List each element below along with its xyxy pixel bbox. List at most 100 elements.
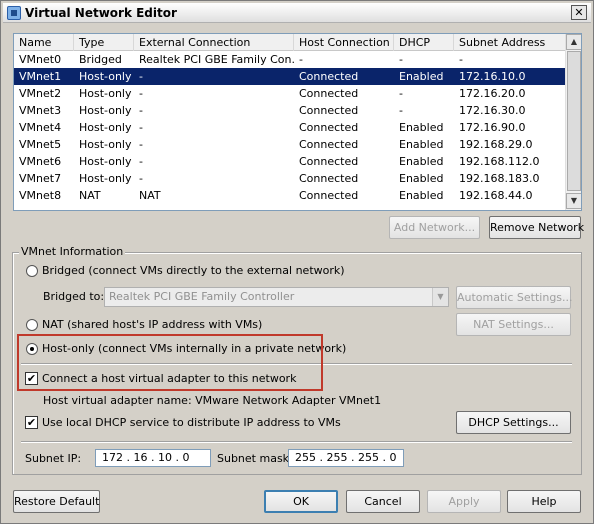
bridged-to-select[interactable]: Realtek PCI GBE Family Controller ▼ [104, 287, 449, 307]
adapter-name-text: Host virtual adapter name: VMware Networ… [43, 394, 382, 407]
table-cell: - [399, 87, 403, 100]
table-cell: Host-only [79, 70, 132, 83]
table-cell: - [139, 104, 143, 117]
table-row[interactable]: VMnet3 Host-only - Connected -172.16.30.0 [14, 102, 566, 119]
separator [21, 441, 572, 443]
nat-radio[interactable] [26, 319, 38, 331]
restore-default-button[interactable]: Restore Default [13, 490, 100, 513]
table-row[interactable]: VMnet0 Bridged Realtek PCI GBE Family Con.… [14, 51, 566, 68]
remove-network-button[interactable]: Remove Network [489, 216, 584, 239]
table-cell: Connected [299, 138, 359, 151]
table-cell: Realtek PCI GBE Family Con... [139, 53, 294, 66]
ok-button[interactable]: OK [264, 490, 338, 513]
subnet-mask-input[interactable]: 255 . 255 . 255 . 0 [288, 449, 404, 467]
table-cell: Connected [299, 189, 359, 202]
highlight-box [17, 334, 323, 391]
column-header[interactable]: Host Connection [294, 34, 394, 51]
table-cell: Connected [299, 70, 359, 83]
table-cell: VMnet5 [19, 138, 62, 151]
column-header[interactable]: Name [14, 34, 74, 51]
automatic-settings-button[interactable]: Automatic Settings... [456, 286, 573, 309]
table-cell: Host-only [79, 121, 132, 134]
add-network-button[interactable]: Add Network... [389, 216, 480, 239]
table-row[interactable]: VMnet7 Host-only - Connected Enabled 192.168.… [14, 170, 566, 187]
table-cell: VMnet1 [19, 70, 62, 83]
scroll-up-icon[interactable]: ▲ [566, 34, 581, 50]
nat-label: NAT (shared host's IP address with VMs) [42, 318, 263, 331]
help-button[interactable]: Help [507, 490, 581, 513]
table-cell: VMnet7 [19, 172, 62, 185]
network-list-scrollbar[interactable]: ▲ ▼ [565, 34, 581, 210]
table-cell: Host-only [79, 87, 132, 100]
column-header[interactable]: External Connection [134, 34, 294, 51]
table-cell: 172.16.30.0 [459, 104, 526, 117]
table-cell: - [139, 155, 143, 168]
table-cell: - [139, 138, 143, 151]
table-cell: Host-only [79, 155, 132, 168]
table-cell: 172.16.90.0 [459, 121, 526, 134]
table-cell: Enabled [399, 121, 444, 134]
table-row[interactable]: VMnet2 Host-only - Connected -172.16.20.0 [14, 85, 566, 102]
table-cell: 192.168.183.0 [459, 172, 540, 185]
table-cell: 192.168.29.0 [459, 138, 533, 151]
table-cell: - [139, 121, 143, 134]
table-cell: Connected [299, 87, 359, 100]
table-row[interactable]: VMnet5 Host-only - Connected Enabled 192.168.… [14, 136, 566, 153]
bridged-to-label: Bridged to: [43, 290, 105, 303]
table-cell: 192.168.44.0 [459, 189, 533, 202]
table-cell: VMnet6 [19, 155, 62, 168]
table-cell: Connected [299, 172, 359, 185]
chevron-down-icon[interactable]: ▼ [432, 288, 448, 306]
table-cell: Enabled [399, 138, 444, 151]
table-cell: - [299, 53, 303, 66]
table-cell: Connected [299, 121, 359, 134]
table-cell: Enabled [399, 172, 444, 185]
cancel-button[interactable]: Cancel [346, 490, 420, 513]
table-cell: Enabled [399, 155, 444, 168]
close-button[interactable]: ✕ [571, 5, 587, 20]
table-cell: VMnet2 [19, 87, 62, 100]
table-cell: - [139, 172, 143, 185]
network-app-icon [7, 6, 21, 20]
table-cell: - [139, 70, 143, 83]
table-cell: Host-only [79, 138, 132, 151]
table-cell: Host-only [79, 104, 132, 117]
apply-button[interactable]: Apply [427, 490, 501, 513]
table-cell: 172.16.20.0 [459, 87, 526, 100]
network-list[interactable]: Name Type External Connection Host Connecti… [13, 33, 582, 211]
scroll-down-icon[interactable]: ▼ [566, 193, 581, 209]
table-cell: 172.16.10.0 [459, 70, 526, 83]
table-cell: VMnet8 [19, 189, 62, 202]
table-row[interactable]: VMnet4 Host-only - Connected Enabled 172.16.9… [14, 119, 566, 136]
table-cell: - [459, 53, 463, 66]
vmnet-information-label: VMnet Information [19, 245, 126, 258]
table-cell: Bridged [79, 53, 122, 66]
network-list-header: Name Type External Connection Host Connecti… [14, 34, 566, 51]
table-cell: - [399, 104, 403, 117]
virtual-network-editor-window: Virtual Network Editor ✕ Name Type Externa… [0, 0, 594, 524]
nat-settings-button[interactable]: NAT Settings... [456, 313, 571, 336]
table-cell: Connected [299, 104, 359, 117]
column-header[interactable]: DHCP [394, 34, 454, 51]
subnet-ip-input[interactable]: 172 . 16 . 10 . 0 [95, 449, 211, 467]
title-bar: Virtual Network Editor ✕ [3, 3, 591, 23]
table-cell: Host-only [79, 172, 132, 185]
table-row[interactable]: VMnet1 Host-only - Connected Enabled 172.16.1… [14, 68, 566, 85]
scroll-thumb[interactable] [567, 51, 581, 191]
bridged-label: Bridged (connect VMs directly to the ext… [42, 264, 345, 277]
column-header[interactable]: Type [74, 34, 134, 51]
column-header[interactable]: Subnet Address [454, 34, 566, 51]
dhcp-checkbox[interactable]: ✔ [25, 416, 38, 429]
table-cell: Enabled [399, 70, 444, 83]
bridged-radio[interactable] [26, 265, 38, 277]
dhcp-settings-button[interactable]: DHCP Settings... [456, 411, 571, 434]
table-cell: VMnet3 [19, 104, 62, 117]
table-cell: Connected [299, 155, 359, 168]
table-cell: NAT [139, 189, 161, 202]
table-row[interactable]: VMnet8 NAT NAT Connected Enabled 192.168.44.0 [14, 187, 566, 204]
table-cell: - [399, 53, 403, 66]
subnet-mask-label: Subnet mask: [217, 452, 293, 465]
table-cell: VMnet4 [19, 121, 62, 134]
table-cell: Enabled [399, 189, 444, 202]
table-row[interactable]: VMnet6 Host-only - Connected Enabled 192.168.… [14, 153, 566, 170]
